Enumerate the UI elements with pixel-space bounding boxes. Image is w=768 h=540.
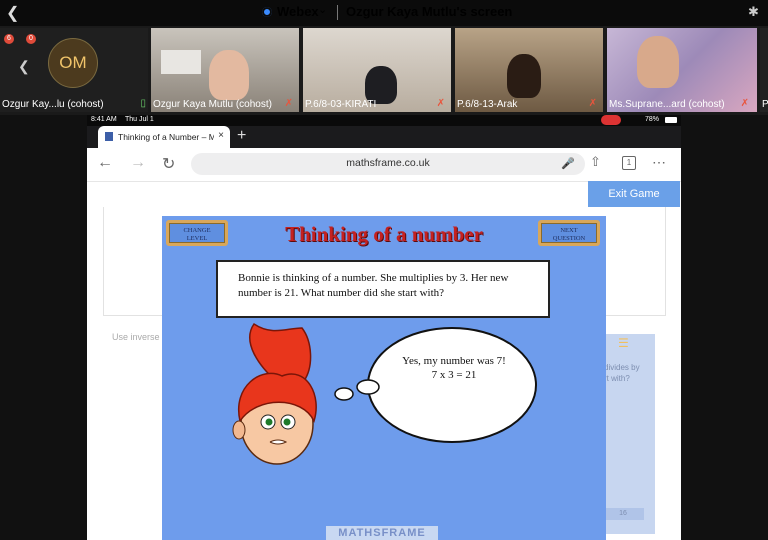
participant-video bbox=[209, 50, 249, 100]
mic-muted-icon: ✗ bbox=[284, 98, 293, 109]
participant-name: Ozgur Kay...lu (cohost) bbox=[2, 99, 104, 110]
thought-dot bbox=[356, 379, 380, 395]
more-icon[interactable]: ⋯ bbox=[652, 154, 666, 171]
answer-line: 7 x 3 = 21 bbox=[431, 369, 477, 381]
side-panel: ☰ divides by rt with? 16 bbox=[598, 334, 655, 534]
participant-name: Ms.Suprane...ard (cohost) bbox=[609, 99, 725, 110]
forward-arrow-icon[interactable]: → bbox=[130, 154, 146, 172]
game-canvas[interactable]: CHANGE LEVEL NEXT QUESTION Thinking of a… bbox=[162, 216, 606, 540]
battery-level: 78% bbox=[645, 116, 660, 123]
brand-logo: MATHSFRAME bbox=[326, 526, 438, 540]
divider bbox=[337, 5, 338, 20]
browser-tab[interactable]: Thinking of a Number – M × bbox=[98, 126, 230, 148]
participant-name: P.6/8-03-KIRATI bbox=[305, 99, 377, 110]
side-value: 16 bbox=[602, 508, 644, 520]
avatar: OM bbox=[48, 38, 98, 88]
participant-tile[interactable]: P.6/8-03-KIRATI ✗ bbox=[303, 28, 451, 112]
mic-muted-icon: ✗ bbox=[436, 98, 445, 109]
webex-app-label[interactable]: Webex bbox=[277, 4, 319, 19]
tab-title: Thinking of a Number – M bbox=[118, 132, 214, 142]
url-bar[interactable]: mathsframe.co.uk 🎤 bbox=[191, 153, 585, 175]
ipad-status-bar: 8:41 AM Thu Jul 1 78% bbox=[87, 115, 681, 126]
speech-bubble bbox=[367, 327, 537, 443]
new-tab-icon[interactable]: + bbox=[237, 127, 246, 145]
shared-screen-title: Ozgur Kaya Mutlu's screen bbox=[346, 4, 513, 19]
share-icon: ▯ bbox=[140, 98, 146, 109]
participant-tile[interactable]: P.6/8-13-Arak ✗ bbox=[455, 28, 603, 112]
mic-muted-icon: ✗ bbox=[588, 98, 597, 109]
scene-illustration bbox=[232, 322, 537, 465]
back-chevron-icon[interactable]: ❮ bbox=[6, 3, 19, 23]
exit-game-button[interactable]: Exit Game bbox=[588, 181, 680, 207]
side-text: divides by rt with? bbox=[604, 363, 640, 383]
air-conditioner bbox=[161, 50, 201, 74]
participant-video bbox=[637, 36, 679, 88]
status-date: Thu Jul 1 bbox=[125, 116, 154, 123]
answer-bubble-text: Yes, my number was 7! 7 x 3 = 21 bbox=[388, 354, 520, 382]
favicon-icon bbox=[105, 132, 113, 141]
url-text: mathsframe.co.uk bbox=[346, 157, 430, 169]
chevron-left-icon[interactable]: ❮ bbox=[18, 58, 30, 75]
webex-logo-icon bbox=[262, 7, 272, 17]
answer-line: Yes, my number was 7! bbox=[402, 355, 506, 367]
participant-tile[interactable]: Ms.Suprane...ard (cohost) ✗ bbox=[607, 28, 757, 112]
share-icon[interactable]: ⇧ bbox=[590, 154, 601, 170]
participant-tile[interactable]: Ozgur Kaya Mutlu (cohost) ✗ bbox=[151, 28, 299, 112]
reload-icon[interactable]: ↻ bbox=[162, 154, 175, 174]
bluetooth-icon: ✱ bbox=[748, 4, 759, 19]
status-time: 8:41 AM bbox=[91, 116, 117, 123]
microphone-icon[interactable]: 🎤 bbox=[561, 157, 575, 170]
notification-badge: 0 bbox=[26, 34, 36, 44]
chevron-down-icon[interactable]: ⌄ bbox=[318, 3, 327, 16]
close-icon[interactable]: × bbox=[218, 130, 224, 141]
participant-video bbox=[507, 54, 541, 98]
notification-badge: 6 bbox=[4, 34, 14, 44]
participant-name: P.6/8-13-Arak bbox=[457, 99, 518, 110]
participant-name: P bbox=[762, 99, 768, 110]
mic-muted-icon: ✗ bbox=[740, 98, 749, 109]
tab-count-icon[interactable]: 1 bbox=[622, 156, 636, 170]
back-arrow-icon[interactable]: ← bbox=[97, 154, 113, 172]
participant-tile[interactable]: P bbox=[760, 28, 768, 112]
hint-text: Use inverse o bbox=[112, 332, 168, 342]
participant-tile[interactable]: 6 0 ❮ OM Ozgur Kay...lu (cohost) ▯ bbox=[0, 28, 148, 112]
participant-name: Ozgur Kaya Mutlu (cohost) bbox=[153, 99, 272, 110]
menu-icon[interactable]: ☰ bbox=[618, 336, 629, 350]
battery-icon bbox=[665, 117, 677, 123]
thought-dot bbox=[334, 387, 354, 401]
recording-icon bbox=[601, 115, 621, 125]
